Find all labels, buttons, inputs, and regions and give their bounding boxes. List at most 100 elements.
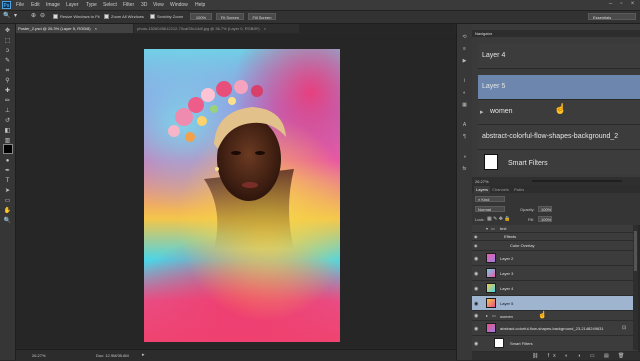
paragraph-panel-icon[interactable]: ¶ [461,134,468,140]
visibility-eye-icon[interactable]: ◉ [474,301,478,307]
lasso-tool-icon[interactable]: ↄ [3,47,12,55]
adjustments-panel-icon[interactable]: ◑ [461,154,468,160]
nav-item-layer-5[interactable]: Layer 5 [478,75,640,100]
visibility-eye-icon[interactable]: ◉ [474,286,478,292]
tab-channels[interactable]: Channels [490,186,511,193]
navigator-title[interactable]: Navigator [475,31,492,36]
zoom-all-checkbox[interactable] [104,14,109,19]
close-window-icon[interactable]: × [628,1,637,8]
dropdown-arrow-icon[interactable]: ▾ [14,12,17,19]
group-arrow-icon[interactable]: ▾ [486,226,488,231]
hand-tool-icon[interactable]: ✋ [3,207,12,215]
nav-item-layer-4[interactable]: Layer 4 [478,44,640,69]
close-tab-icon[interactable]: × [264,26,266,31]
menu-layer[interactable]: Layer [66,2,79,8]
layer-filter-select[interactable]: ⌕ Kind [475,196,505,202]
visibility-eye-icon[interactable]: ◉ [474,326,478,332]
status-menu-arrow-icon[interactable]: ▸ [142,352,145,358]
layer-row-text[interactable]: ▾ ▭ text [472,225,638,233]
visibility-eye-icon[interactable]: ◉ [474,341,478,347]
menu-view[interactable]: View [153,2,164,8]
layer-row-layer-4[interactable]: ◉ Layer 4 [472,281,638,296]
nav-item-women[interactable]: ▸ women ☝ [478,100,640,125]
layer-row-women[interactable]: ◉ ▸ ▭ women ☝ [472,311,638,321]
zoom-level[interactable]: 26.27% [32,353,46,358]
healing-brush-tool-icon[interactable]: ✚ [3,87,12,95]
styles-panel-icon[interactable]: fx [461,166,468,172]
menu-help[interactable]: Help [195,2,205,8]
fill-screen-button[interactable]: Fill Screen [248,13,276,20]
menu-select[interactable]: Select [103,2,117,8]
zoom-out-icon[interactable]: ⊖ [40,12,45,19]
pen-tool-icon[interactable]: ✒ [3,167,12,175]
visibility-eye-icon[interactable]: ◉ [474,243,478,248]
fill-input[interactable]: 100% [538,216,552,222]
actions-panel-icon[interactable]: ▶ [461,58,468,64]
nav-item-smart-filters[interactable]: Smart Filters [478,150,640,175]
layer-effects-row[interactable]: ◉ Effects [472,233,638,241]
close-tab-icon[interactable]: × [95,26,97,31]
eyedropper-tool-icon[interactable]: ⚲ [3,77,12,85]
menu-type[interactable]: Type [86,2,97,8]
nav-item-abstract-bg[interactable]: abstract-colorful-flow-shapes-background… [478,125,640,150]
resize-windows-checkbox[interactable] [53,14,58,19]
eraser-tool-icon[interactable]: ◧ [3,127,12,135]
restore-icon[interactable]: ▫ [617,1,626,8]
layers-scrollbar[interactable] [633,225,638,350]
history-brush-tool-icon[interactable]: ↺ [3,117,12,125]
doc-tab-photo[interactable]: photo-1526045612212-70caf35c14df.jpg @ 3… [134,24,299,33]
menu-file[interactable]: File [16,2,24,8]
menu-3d[interactable]: 3D [141,2,147,8]
doc-tab-poster[interactable]: Poster_2.psd @ 26.3% (Layer 5, RGB/8) × [15,24,133,33]
zoom-tool-icon[interactable]: 🔍 [3,12,10,19]
group-arrow-icon[interactable]: ▸ [486,313,488,318]
layer-row-layer-5[interactable]: ◉ Layer 5 [472,296,638,311]
crop-tool-icon[interactable]: ⌗ [3,67,12,75]
visibility-eye-icon[interactable]: ◉ [474,271,478,277]
zoom-tool-box-icon[interactable]: 🔍 [3,217,12,225]
minimize-icon[interactable]: – [606,1,615,8]
menu-filter[interactable]: Filter [123,2,134,8]
history-panel-icon[interactable]: ⟲ [461,34,468,40]
visibility-eye-icon[interactable]: ◉ [474,256,478,262]
path-selection-tool-icon[interactable]: ➤ [3,187,12,195]
tab-paths[interactable]: Paths [512,186,526,193]
layer-row-layer-3[interactable]: ◉ Layer 3 [472,266,638,281]
scrollbar-thumb[interactable] [634,231,637,271]
marquee-tool-icon[interactable]: ⬚ [3,37,12,45]
shape-tool-icon[interactable]: ▭ [3,197,12,205]
color-panel-icon[interactable]: ◐ [461,90,468,96]
layer-row-layer-2[interactable]: ◉ Layer 2 [472,251,638,266]
visibility-eye-icon[interactable]: ◉ [474,313,478,319]
menu-image[interactable]: Image [46,2,60,8]
menu-edit[interactable]: Edit [31,2,40,8]
layer-actions-icons[interactable]: ⛓ fx ◐ ◑ ▭ ▤ 🗑 [532,353,628,359]
quick-select-tool-icon[interactable]: ✎ [3,57,12,65]
layer-row-abstract-bg[interactable]: ◉ abstract-colorful-flow-shapes-backgrou… [472,321,638,336]
type-tool-icon[interactable]: T [3,177,12,185]
lock-icons[interactable]: ▦ ✎ ✥ 🔒 [487,216,511,222]
zoom-100-button[interactable]: 100% [190,13,212,20]
workspace-select[interactable]: Essentials [588,13,636,20]
move-tool-icon[interactable]: ✥ [3,27,12,35]
dodge-tool-icon[interactable]: ● [3,157,12,165]
foreground-color-swatch[interactable] [3,144,13,154]
navigator-zoom[interactable]: 26.27% [475,179,489,184]
poster-artboard[interactable] [144,49,340,342]
properties-panel-icon[interactable]: ≡ [461,46,468,52]
zoom-in-icon[interactable]: ⊕ [31,12,36,19]
swatches-panel-icon[interactable]: ▦ [461,102,468,108]
tab-layers[interactable]: Layers [474,186,491,193]
navigator-zoom-slider[interactable] [532,180,622,182]
fit-screen-button[interactable]: Fit Screen [216,13,244,20]
scrubby-zoom-checkbox[interactable] [150,14,155,19]
opacity-input[interactable]: 100% [538,206,552,212]
brush-tool-icon[interactable]: ✏ [3,97,12,105]
layer-row-smart-filters[interactable]: ◉ Smart Filters [472,336,638,352]
info-panel-icon[interactable]: i [461,78,468,84]
visibility-eye-icon[interactable]: ◉ [474,234,478,239]
layer-color-overlay-row[interactable]: ◉ Color Overlay [472,241,638,251]
clone-stamp-tool-icon[interactable]: ⊥ [3,107,12,115]
menu-window[interactable]: Window [170,2,188,8]
blend-mode-select[interactable]: Normal [475,206,505,212]
